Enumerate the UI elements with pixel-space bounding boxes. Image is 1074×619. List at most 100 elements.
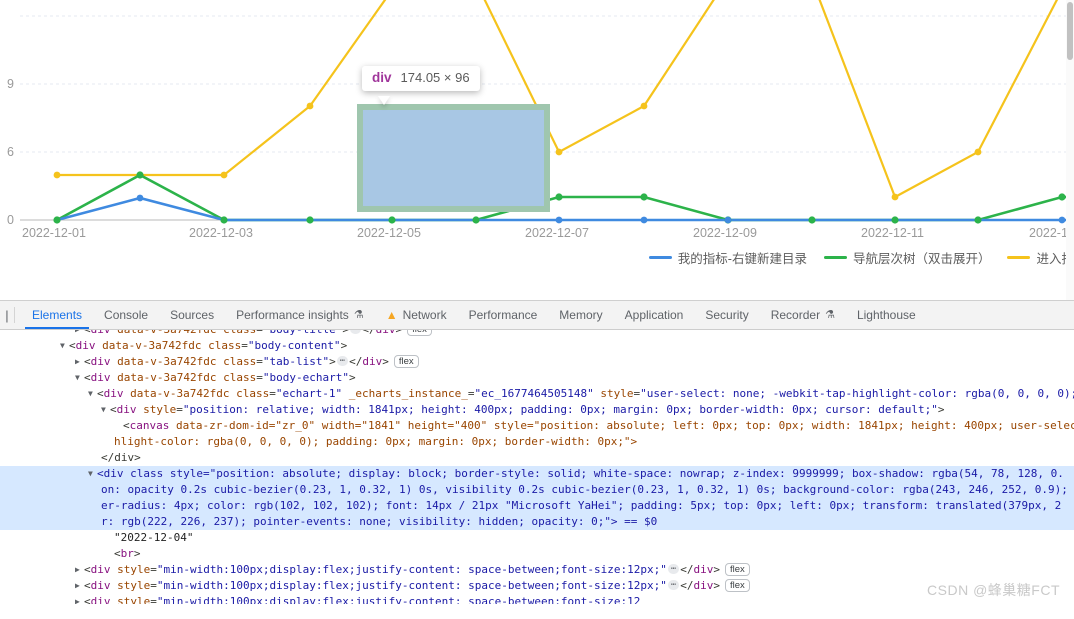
y-axis-tick-6: 6 xyxy=(7,145,14,159)
tab-security-label: Security xyxy=(705,308,749,322)
tab-performance-insights[interactable]: Performance insights ⚗ xyxy=(225,301,375,329)
dom-text-node-date[interactable]: "2022-12-04" xyxy=(0,530,1074,546)
close-tag-text: </div> xyxy=(101,451,141,464)
attr-style-value: "user-select: none; -webkit-tap-highligh… xyxy=(640,387,1074,400)
tab-network[interactable]: ▲ Network xyxy=(375,301,458,329)
tab-memory[interactable]: Memory xyxy=(548,301,613,329)
tab-application-label: Application xyxy=(624,308,684,322)
tab-lighthouse[interactable]: Lighthouse xyxy=(846,301,927,329)
tab-performance-label: Performance xyxy=(468,308,538,322)
attr-class-value: "body-content" xyxy=(247,339,341,352)
chevron-down-icon[interactable]: ▼ xyxy=(101,402,110,418)
collapsed-content-icon[interactable]: ⋯ xyxy=(336,356,349,366)
legend-label-0: 我的指标-右键新建目录 xyxy=(677,252,807,266)
y-axis-tick-0: 0 xyxy=(7,213,14,227)
dom-node-canvas-wrap[interactable]: hlight-color: rgba(0, 0, 0, 0); padding:… xyxy=(0,434,1074,450)
chevron-right-icon[interactable]: ▶ xyxy=(75,578,84,594)
chevron-right-icon[interactable]: ▶ xyxy=(75,562,84,578)
flex-badge[interactable]: flex xyxy=(407,330,432,336)
tooltip-arrow-icon xyxy=(378,96,390,105)
attr-echarts-instance: _echarts_instance_ xyxy=(348,387,468,400)
flex-badge[interactable]: flex xyxy=(724,563,750,576)
dom-node-tail-1[interactable]: ▶ <div style="min-width:100px;display:fle… xyxy=(0,562,1074,578)
dom-node-selected-tooltip-div[interactable]: ▼ <div class style="position: absolute; d… xyxy=(0,466,1074,530)
x-axis-tick-0: 2022-12-01 xyxy=(22,226,86,240)
tab-recorder[interactable]: Recorder ⚗ xyxy=(760,301,846,329)
collapsed-content-icon[interactable]: ⋯ xyxy=(667,580,680,590)
dom-node-tail-3[interactable]: ▶ <div style="min-width:100px;display:fle… xyxy=(0,594,1074,604)
legend-item-2[interactable]: 进入指 xyxy=(1007,248,1074,267)
legend-color-swatch-green xyxy=(823,256,847,259)
flex-badge[interactable]: flex xyxy=(393,355,419,368)
tab-console-label: Console xyxy=(104,308,149,322)
selected-node-markup-1: <div class style="position: absolute; di… xyxy=(97,467,1064,480)
tab-sources[interactable]: Sources xyxy=(159,301,225,329)
legend-color-swatch-yellow xyxy=(1007,256,1031,259)
selected-node-markup-4: r: rgb(222, 226, 237); pointer-events: n… xyxy=(101,515,658,528)
chart-legend: 我的指标-右键新建目录 导航层次树（双击展开） 进入指 xyxy=(0,248,1074,267)
dom-node-clipped[interactable]: ▶<div data-v-3a742fdc class="body-title"… xyxy=(0,330,1074,338)
selected-node-markup-3: er-radius: 4px; color: rgb(102, 102, 102… xyxy=(101,499,1062,512)
legend-item-0[interactable]: 我的指标-右键新建目录 xyxy=(648,248,807,267)
collapsed-content-icon[interactable]: ⋯ xyxy=(667,564,680,574)
page-scrollbar[interactable] xyxy=(1066,0,1074,300)
legend-color-swatch-blue xyxy=(648,256,672,259)
tab-console[interactable]: Console xyxy=(93,301,159,329)
attr-style-value: "position: relative; width: 1841px; heig… xyxy=(182,403,938,416)
dom-node-body-content[interactable]: ▼ <div data-v-3a742fdc class="body-conten… xyxy=(0,338,1074,354)
dom-node-tail-2[interactable]: ▶ <div style="min-width:100px;display:fle… xyxy=(0,578,1074,594)
selected-node-line-2[interactable]: on: opacity 0.2s cubic-bezier(0.23, 1, 0… xyxy=(0,482,1074,498)
dom-node-canvas[interactable]: ▶<canvas data-zr-dom-id="zr_0" width="18… xyxy=(0,418,1074,434)
br-tag-name: br xyxy=(120,547,134,560)
attr-style-value: "min-width:100px;display:flex;justify-co… xyxy=(156,579,667,592)
tab-performance-insights-label: Performance insights xyxy=(236,308,349,322)
tab-lighthouse-label: Lighthouse xyxy=(856,308,916,322)
y-axis-tick-9: 9 xyxy=(7,77,14,91)
selected-node-markup-2: on: opacity 0.2s cubic-bezier(0.23, 1, 0… xyxy=(101,483,1068,496)
dom-node-echart-1[interactable]: ▼ <div data-v-3a742fdc class="echart-1" _… xyxy=(0,386,1074,402)
attr-data-v: data-v-3a742fdc xyxy=(117,371,217,384)
flex-badge[interactable]: flex xyxy=(724,579,750,592)
attr-style-value: "min-width:100px;display:flex;justify-co… xyxy=(156,595,641,604)
csdn-watermark: CSDN @蜂巢糖FCT xyxy=(927,582,1060,598)
dom-node-tab-list[interactable]: ▶ <div data-v-3a742fdc class="tab-list"> ⋯… xyxy=(0,354,1074,370)
chevron-down-icon[interactable]: ▼ xyxy=(60,338,69,354)
chevron-right-icon[interactable]: ▶ xyxy=(75,594,84,604)
dom-node-br[interactable]: <br> xyxy=(0,546,1074,562)
experiment-icon: ⚗ xyxy=(825,308,835,321)
dom-node-echarts-wrapper[interactable]: ▼ <div style="position: relative; width: … xyxy=(0,402,1074,418)
attr-style-value: "min-width:100px;display:flex;justify-co… xyxy=(156,563,667,576)
collapsed-content-icon[interactable]: ⋯ xyxy=(349,330,362,334)
tab-application[interactable]: Application xyxy=(614,301,695,329)
tab-security[interactable]: Security xyxy=(694,301,759,329)
legend-item-1[interactable]: 导航层次树（双击展开） xyxy=(823,248,990,267)
attr-data-v: data-v-3a742fdc xyxy=(117,355,217,368)
chevron-down-icon[interactable]: ▼ xyxy=(88,386,97,402)
tab-performance[interactable]: Performance xyxy=(458,301,549,329)
selected-node-line-4[interactable]: r: rgb(222, 226, 237); pointer-events: n… xyxy=(0,514,1074,530)
chevron-right-icon[interactable]: ▶ xyxy=(75,330,84,338)
dom-tree-view[interactable]: ▶<div data-v-3a742fdc class="body-title"… xyxy=(0,330,1074,619)
chevron-right-icon[interactable]: ▶ xyxy=(75,354,84,370)
attr-class-value: "echart-1" xyxy=(275,387,343,400)
page-scrollbar-thumb[interactable] xyxy=(1067,2,1073,60)
attr-class-value: "tab-list" xyxy=(262,355,330,368)
chevron-down-icon[interactable]: ▼ xyxy=(88,466,97,482)
x-axis-tick-6: 2022-1 xyxy=(1029,226,1068,240)
dom-node-body-echart[interactable]: ▼ <div data-v-3a742fdc class="body-echart… xyxy=(0,370,1074,386)
echarts-line-chart: 9 6 6 0 2022-12-01 2022-12-03 2022-12-05… xyxy=(0,0,1074,300)
selected-node-line-1[interactable]: ▼ <div class style="position: absolute; d… xyxy=(0,466,1074,482)
element-highlight-overlay xyxy=(357,104,550,212)
selected-node-line-3[interactable]: er-radius: 4px; color: rgb(102, 102, 102… xyxy=(0,498,1074,514)
tab-elements-label: Elements xyxy=(32,308,83,322)
attr-data-v: data-v-3a742fdc xyxy=(130,387,230,400)
tab-network-label: Network xyxy=(402,308,447,322)
warning-icon: ▲ xyxy=(385,308,398,322)
dock-side-icon[interactable]: | xyxy=(0,301,14,329)
attr-echarts-instance-value: "ec_1677464505148" xyxy=(474,387,594,400)
tab-elements[interactable]: Elements xyxy=(21,301,93,329)
chevron-down-icon[interactable]: ▼ xyxy=(75,370,84,386)
devtools-panel: | Elements Console Sources Performance i… xyxy=(0,300,1074,618)
x-axis-tick-5: 2022-12-11 xyxy=(861,226,925,240)
toolbar-divider xyxy=(14,307,15,323)
